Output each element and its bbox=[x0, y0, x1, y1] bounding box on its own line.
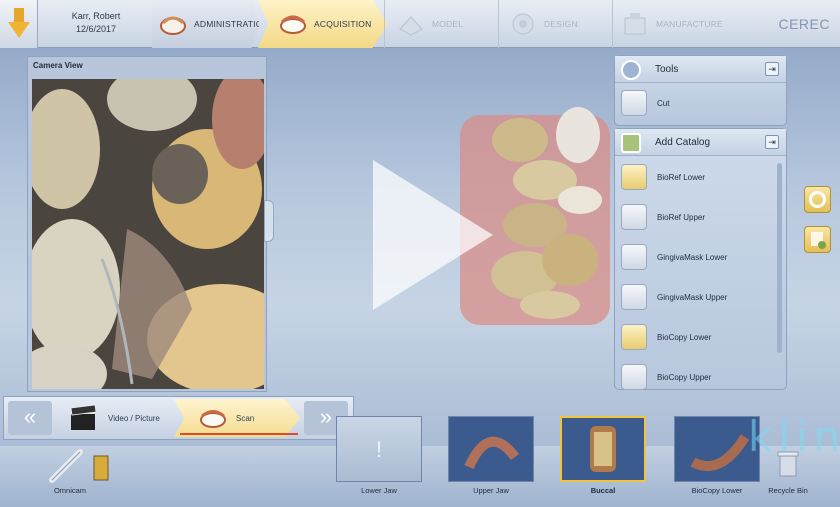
scan-active-indicator bbox=[180, 433, 298, 435]
tools-pin-button[interactable]: ⇥ bbox=[765, 62, 779, 76]
omnicam-button[interactable] bbox=[44, 446, 118, 486]
step-label: ADMINISTRATION bbox=[194, 19, 269, 29]
catalog-pin-button[interactable]: ⇥ bbox=[765, 135, 779, 149]
side-tools-button[interactable] bbox=[804, 186, 831, 213]
video-picture-tab[interactable]: Video / Picture bbox=[62, 399, 174, 437]
acquisition-icon bbox=[278, 9, 308, 39]
catalog-item-gingivamask-lower[interactable]: GingivaMask Lower bbox=[615, 237, 776, 277]
thumb-label: Buccal bbox=[590, 486, 616, 495]
step-divider bbox=[612, 0, 613, 48]
catalog-item-bioref-upper[interactable]: BioRef Upper bbox=[615, 197, 776, 237]
catalog-thumb-lower-jaw[interactable]: ! bbox=[336, 416, 422, 482]
acquisition-sub-bar: « Video / Picture Scan » bbox=[3, 396, 354, 440]
catalog-list: BioRef Lower BioRef Upper GingivaMask Lo… bbox=[615, 157, 776, 390]
recycle-bin-label: Recycle Bin bbox=[768, 486, 808, 495]
svg-text:!: ! bbox=[376, 437, 382, 462]
omnicam-label: Omnicam bbox=[53, 486, 87, 495]
catalog-thumb-buccal[interactable] bbox=[560, 416, 646, 482]
omnicam-icon bbox=[49, 449, 109, 483]
catalog-title: Add Catalog bbox=[655, 137, 711, 148]
previous-button[interactable]: « bbox=[8, 401, 52, 435]
tools-icon bbox=[621, 60, 641, 80]
biocopy-lower-icon bbox=[621, 324, 647, 350]
step-label: ACQUISITION bbox=[314, 19, 372, 29]
tool-item-cut[interactable]: Cut bbox=[615, 83, 786, 123]
tools-title: Tools bbox=[655, 64, 679, 75]
thumb-label: Upper Jaw bbox=[473, 486, 509, 495]
scan-label: Scan bbox=[236, 413, 255, 423]
gingiva-lower-icon bbox=[621, 244, 647, 270]
camera-view-panel: Camera View bbox=[27, 56, 267, 392]
design-icon bbox=[508, 9, 538, 39]
upper-jaw-icon bbox=[621, 204, 647, 230]
catalog-item-label: BioCopy Upper bbox=[657, 372, 712, 382]
biocopy-lower-scan-icon bbox=[690, 434, 750, 471]
brand-logo: CEREC bbox=[778, 16, 830, 32]
lower-jaw-icon bbox=[621, 164, 647, 190]
biocopy-upper-icon bbox=[621, 364, 647, 390]
step-manufacture: MANUFACTURE bbox=[614, 0, 734, 48]
catalog-item-label: GingivaMask Upper bbox=[657, 292, 728, 302]
back-arrow-button[interactable] bbox=[0, 0, 38, 48]
side-catalog-button[interactable] bbox=[804, 226, 831, 253]
tools-header[interactable]: Tools ⇥ bbox=[615, 56, 786, 83]
step-label: MODEL bbox=[432, 19, 464, 29]
patient-date: 12/6/2017 bbox=[75, 24, 117, 34]
gingiva-upper-icon bbox=[621, 284, 647, 310]
play-video-button[interactable] bbox=[368, 155, 498, 317]
cut-icon bbox=[621, 90, 647, 116]
catalog-item-gingivamask-upper[interactable]: GingivaMask Upper bbox=[615, 277, 776, 317]
buccal-scan-icon bbox=[590, 426, 616, 472]
add-catalog-panel: Add Catalog ⇥ BioRef Lower BioRef Upper … bbox=[614, 128, 787, 390]
administration-icon bbox=[158, 9, 188, 39]
catalog-thumb-upper-jaw[interactable] bbox=[448, 416, 534, 482]
step-acquisition[interactable]: ACQUISITION bbox=[258, 0, 388, 48]
catalog-item-label: BioRef Upper bbox=[657, 212, 706, 222]
step-label: DESIGN bbox=[544, 19, 578, 29]
catalog-scrollbar[interactable] bbox=[777, 163, 782, 353]
patient-name: Karr, Robert bbox=[71, 11, 121, 21]
catalog-item-bioref-lower[interactable]: BioRef Lower bbox=[615, 157, 776, 197]
top-bar: Karr, Robert 12/6/2017 ADMINISTRATION AC… bbox=[0, 0, 840, 48]
upper-jaw-scan-icon bbox=[464, 436, 520, 470]
tools-panel: Tools ⇥ Cut bbox=[614, 55, 787, 126]
ring-icon bbox=[809, 191, 826, 208]
clapperboard-icon bbox=[70, 404, 97, 430]
tool-label: Cut bbox=[657, 98, 670, 108]
manufacture-icon bbox=[620, 9, 650, 39]
thumb-label: Lower Jaw bbox=[361, 486, 397, 495]
step-design: DESIGN bbox=[498, 0, 610, 48]
patient-info[interactable]: Karr, Robert 12/6/2017 bbox=[40, 10, 152, 36]
step-administration[interactable]: ADMINISTRATION bbox=[152, 0, 260, 48]
klin-watermark: klin bbox=[748, 412, 840, 461]
catalog-item-label: GingivaMask Lower bbox=[657, 252, 728, 262]
cerec-app: Karr, Robert 12/6/2017 ADMINISTRATION AC… bbox=[0, 0, 840, 507]
camera-panel-expander[interactable] bbox=[264, 200, 274, 242]
catalog-item-label: BioCopy Lower bbox=[657, 332, 712, 342]
exclamation-icon: ! bbox=[376, 437, 382, 462]
catalog-item-biocopy-lower[interactable]: BioCopy Lower bbox=[615, 317, 776, 357]
play-icon bbox=[373, 160, 493, 310]
catalog-item-label: BioRef Lower bbox=[657, 172, 706, 182]
catalog-header[interactable]: Add Catalog ⇥ bbox=[615, 129, 786, 156]
video-picture-label: Video / Picture bbox=[108, 413, 160, 423]
catalog-item-biocopy-upper[interactable]: BioCopy Upper bbox=[615, 357, 776, 397]
catalog-add-icon bbox=[811, 232, 826, 249]
step-label: MANUFACTURE bbox=[656, 19, 723, 29]
step-model: MODEL bbox=[384, 0, 496, 48]
scan-jaw-icon bbox=[200, 410, 226, 428]
down-arrow-icon bbox=[8, 8, 30, 38]
scan-tab[interactable]: Scan bbox=[174, 399, 300, 437]
camera-view-title: Camera View bbox=[33, 61, 83, 70]
model-icon bbox=[396, 9, 426, 39]
intraoral-camera-image bbox=[32, 79, 264, 389]
add-catalog-icon bbox=[621, 133, 641, 153]
